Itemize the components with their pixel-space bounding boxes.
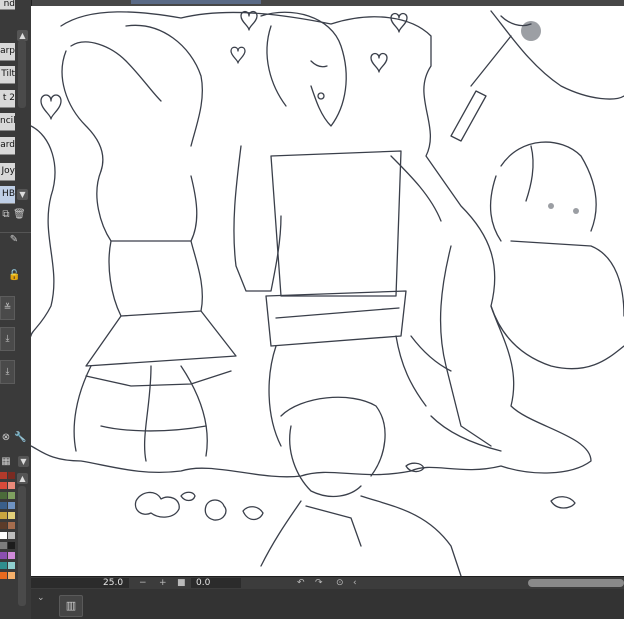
trash-icon[interactable]: 🗑 [13,209,26,221]
active-tab-highlight [131,0,261,4]
minus-icon[interactable]: − [139,577,147,589]
sketch-artwork [31,10,624,576]
color-swatch[interactable] [8,562,15,569]
chevron-down-icon[interactable]: ⌄ [37,593,45,603]
drawing-canvas[interactable] [31,6,624,576]
status-bar: 25.0 − + ■ 0.0 ↶ ↷ ⊙ ‹ [31,576,624,589]
brush-item-4[interactable]: ncil [0,113,15,131]
rotate-right-icon[interactable]: ↷ [315,577,323,589]
palette-scrollbar[interactable] [18,486,26,606]
brush-item-3[interactable]: t 2 [0,90,15,108]
rotation-value[interactable]: 0.0 [196,577,210,589]
color-swatch[interactable] [0,532,7,539]
color-swatch[interactable] [8,482,15,489]
color-swatch[interactable] [8,572,15,579]
grid-icon[interactable]: ▦ [0,456,12,468]
color-swatch[interactable] [0,522,7,529]
color-swatch[interactable] [0,472,7,479]
pen-icon[interactable]: ✎ [8,234,20,246]
color-swatch[interactable] [8,552,15,559]
color-swatch[interactable] [0,552,7,559]
color-swatch[interactable] [0,482,7,489]
zoom-value[interactable]: 25.0 [103,577,123,589]
layer-option-button-2[interactable]: ⤓ [0,327,15,351]
color-swatch[interactable] [0,512,7,519]
brush-list-scrollbar[interactable] [18,40,26,108]
scroll-down-button[interactable]: ▼ [17,189,28,200]
color-swatch[interactable] [8,522,15,529]
color-swatch[interactable] [8,542,15,549]
layer-option-button-1[interactable]: ≚ [0,296,15,320]
bottom-bar: ⌄ ▥ [31,589,624,619]
square-icon[interactable]: ■ [177,577,186,589]
lock-icon[interactable]: 🔓 [8,270,20,282]
wrench-icon[interactable]: 🔧 [14,432,26,444]
brush-item-5[interactable]: ard [0,137,15,155]
rotate-reset-icon[interactable]: ⊙ [336,577,344,589]
plus-icon[interactable]: + [159,577,167,589]
rotate-left-icon[interactable]: ↶ [297,577,305,589]
color-swatch[interactable] [8,502,15,509]
horizontal-scrollbar[interactable] [528,579,624,587]
divider [0,232,31,233]
brush-item-0[interactable]: nd [0,0,15,10]
close-icon[interactable]: ⊗ [0,432,12,444]
brush-item-7[interactable]: HB [0,186,15,204]
palette-menu-button[interactable]: ▼ [18,456,29,467]
color-swatch[interactable] [8,472,15,479]
chevron-left-icon[interactable]: ‹ [353,577,357,589]
color-swatch[interactable] [8,512,15,519]
color-swatch[interactable] [0,502,7,509]
layer-option-button-3[interactable]: ⤓ [0,360,15,384]
panel-toggle-button[interactable]: ▥ [59,595,83,617]
brush-item-1[interactable]: arp [0,43,15,61]
tool-panel: nd arp Tilt t 2 ncil ard Joy HB ▲ ▼ ⧉ 🗑 … [0,0,32,619]
brush-item-2[interactable]: Tilt [0,66,15,84]
duplicate-brush-icon[interactable]: ⧉ [0,209,12,221]
brush-item-6[interactable]: Joy [0,163,15,181]
color-swatch[interactable] [0,562,7,569]
color-swatch[interactable] [0,572,7,579]
palette-scroll-up[interactable]: ▲ [17,473,28,484]
color-swatch[interactable] [8,492,15,499]
color-swatch[interactable] [8,532,15,539]
color-swatch[interactable] [0,492,7,499]
color-palette [0,472,16,612]
color-swatch[interactable] [0,542,7,549]
